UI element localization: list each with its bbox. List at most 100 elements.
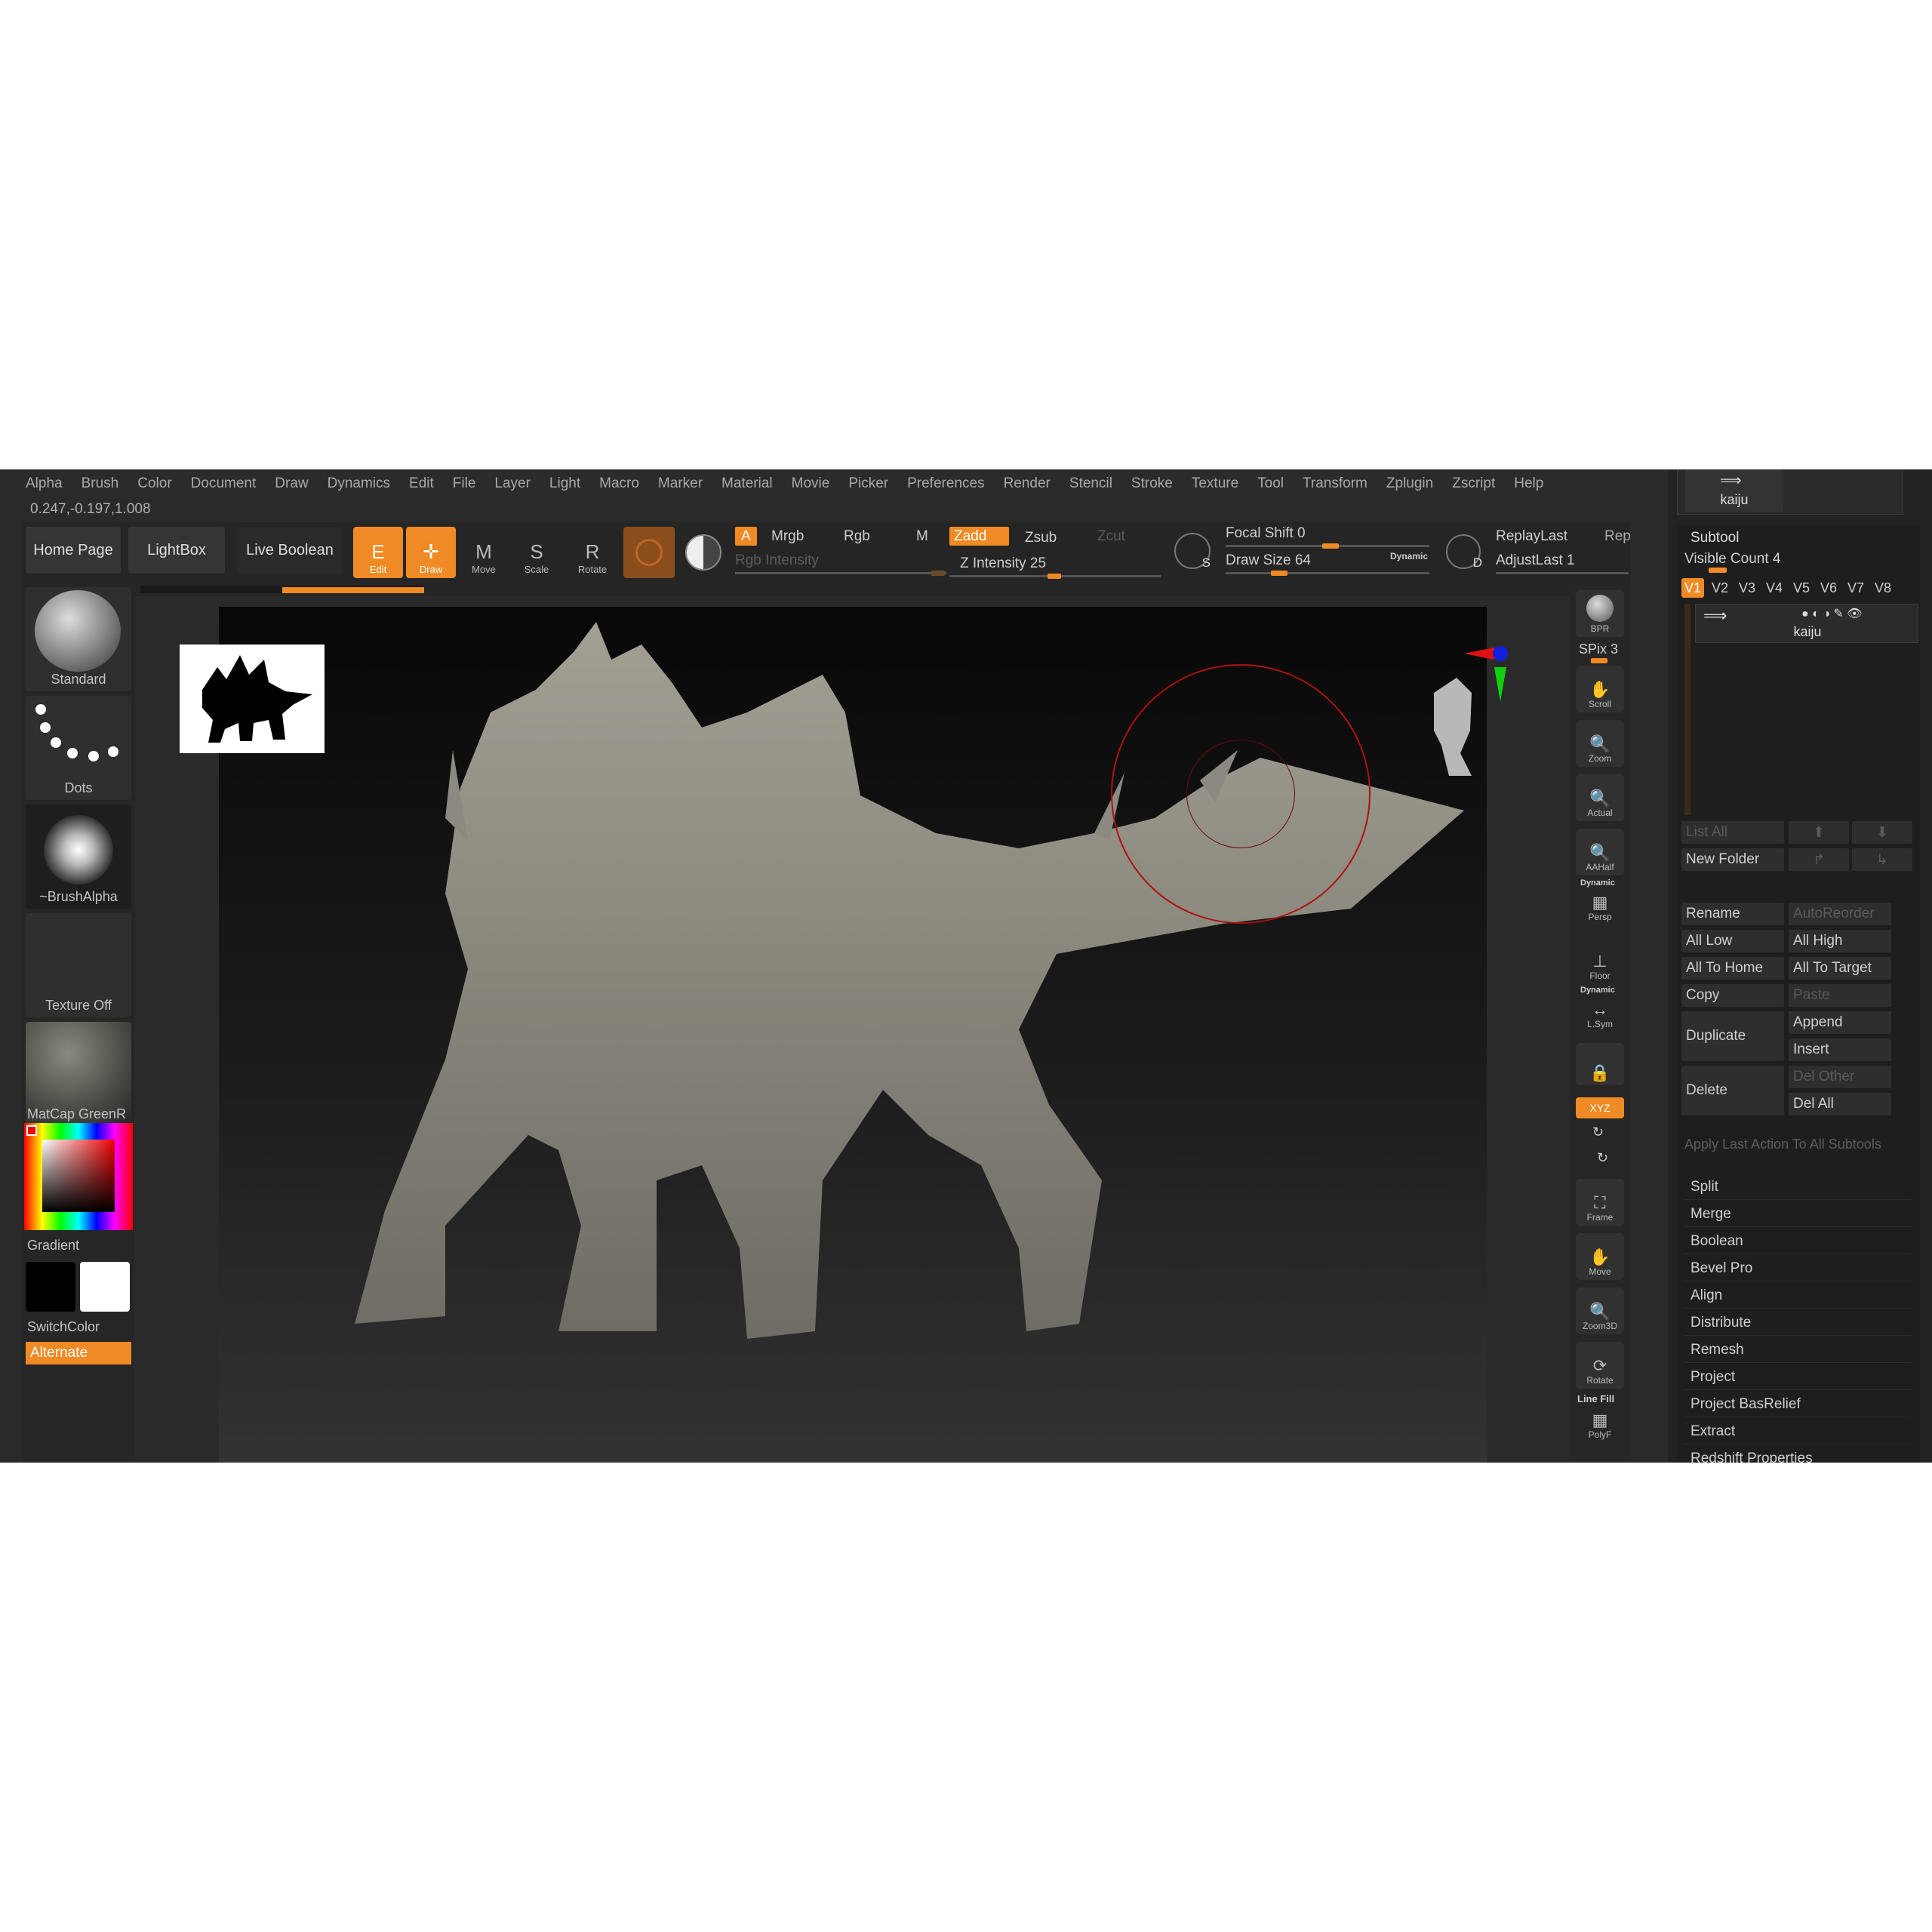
color-picker[interactable]	[24, 1123, 133, 1230]
new-folder-button[interactable]: New Folder	[1681, 848, 1784, 871]
menu-alpha[interactable]: Alpha	[26, 475, 63, 492]
arrow-down-right-icon[interactable]: ↳	[1852, 848, 1912, 871]
a-toggle[interactable]: A	[735, 527, 757, 546]
axis-gizmo-icon[interactable]	[1461, 640, 1529, 708]
menu-tool[interactable]: Tool	[1257, 475, 1284, 492]
rename-button[interactable]: Rename	[1681, 903, 1784, 925]
xyz-button[interactable]: XYZ	[1576, 1097, 1624, 1118]
delete-button[interactable]: Delete	[1681, 1066, 1784, 1115]
lock-button[interactable]: 🔒	[1576, 1043, 1624, 1085]
menu-dynamics[interactable]: Dynamics	[328, 475, 390, 492]
all-to-target-button[interactable]: All To Target	[1789, 957, 1891, 980]
tab-v1[interactable]: V1	[1681, 578, 1704, 598]
tool-thumbnail[interactable]: ⟹ kaiju	[1685, 469, 1783, 512]
distribute-menu[interactable]: Distribute	[1684, 1310, 1911, 1336]
rotate-button[interactable]: R Rotate	[568, 527, 617, 578]
menu-document[interactable]: Document	[191, 475, 257, 492]
menu-render[interactable]: Render	[1004, 475, 1051, 492]
zoom-button[interactable]: 🔍 Zoom	[1576, 720, 1624, 767]
spix-knob[interactable]	[1591, 658, 1607, 663]
move-view-button[interactable]: ✋ Move	[1576, 1233, 1624, 1280]
subtool-visibility-icons[interactable]: ● ◐ ◑ ✎ 👁	[1801, 606, 1863, 621]
lsym-button[interactable]: ↔ L.Sym	[1576, 996, 1624, 1032]
menu-zplugin[interactable]: Zplugin	[1386, 475, 1433, 492]
duplicate-button[interactable]: Duplicate	[1681, 1011, 1784, 1061]
move-down-icon[interactable]: ⬇	[1852, 821, 1912, 844]
rgb-intensity-slider[interactable]: Rgb Intensity	[735, 552, 819, 569]
zoom3d-button[interactable]: 🔍 Zoom3D	[1576, 1287, 1624, 1334]
move-up-icon[interactable]: ⬆	[1789, 821, 1849, 844]
del-all-button[interactable]: Del All	[1789, 1093, 1891, 1115]
switch-color-button[interactable]: SwitchColor	[23, 1319, 134, 1335]
edit-button[interactable]: E Edit	[353, 527, 403, 578]
redshift-properties-menu[interactable]: Redshift Properties	[1684, 1446, 1911, 1463]
move-button[interactable]: M Move	[459, 527, 509, 578]
canvas-viewport[interactable]	[180, 607, 1487, 1463]
spix-slider[interactable]: SPix 3	[1579, 641, 1618, 657]
focal-shift-knob[interactable]	[1322, 543, 1339, 549]
subtool-scrollbar[interactable]	[1684, 604, 1690, 815]
menu-stroke[interactable]: Stroke	[1131, 475, 1173, 492]
persp-button[interactable]: ▦ Persp	[1576, 888, 1624, 925]
project-menu[interactable]: Project	[1684, 1364, 1911, 1390]
bpr-button[interactable]: BPR	[1576, 590, 1624, 637]
actual-button[interactable]: 🔍 Actual	[1576, 774, 1624, 821]
dynamic-toggle[interactable]: Dynamic	[1390, 551, 1428, 561]
tab-v7[interactable]: V7	[1844, 578, 1867, 598]
rotate-view-button[interactable]: ⟳ Rotate	[1576, 1342, 1624, 1389]
aahalf-button[interactable]: 🔍 AAHalf	[1576, 829, 1624, 875]
tab-v8[interactable]: V8	[1872, 578, 1894, 598]
boolean-menu[interactable]: Boolean	[1684, 1229, 1911, 1254]
z-intensity-knob[interactable]	[1048, 574, 1061, 579]
rep-button[interactable]: Rep	[1604, 528, 1631, 545]
menu-draw[interactable]: Draw	[275, 475, 308, 492]
material-sphere-button[interactable]	[623, 527, 675, 578]
tab-v4[interactable]: V4	[1763, 578, 1786, 598]
scale-button[interactable]: S Scale	[512, 527, 561, 578]
live-boolean-button[interactable]: Live Boolean	[237, 527, 343, 574]
subtool-title[interactable]: Subtool	[1690, 530, 1739, 546]
rgb-intensity-knob[interactable]	[931, 571, 945, 576]
rgb-toggle[interactable]: Rgb	[844, 528, 870, 545]
menu-file[interactable]: File	[453, 475, 476, 492]
menu-zscript[interactable]: Zscript	[1452, 475, 1495, 492]
m-toggle[interactable]: M	[916, 528, 928, 545]
remesh-menu[interactable]: Remesh	[1684, 1337, 1911, 1363]
secondary-color-swatch[interactable]	[80, 1262, 130, 1312]
paste-button[interactable]: Paste	[1789, 984, 1891, 1007]
menu-layer[interactable]: Layer	[494, 475, 531, 492]
draw-button[interactable]: ✛ Draw	[406, 527, 456, 578]
merge-menu[interactable]: Merge	[1684, 1201, 1911, 1227]
extract-menu[interactable]: Extract	[1684, 1419, 1911, 1444]
lazy-mouse-d-icon[interactable]: D	[1446, 534, 1482, 570]
menu-marker[interactable]: Marker	[658, 475, 703, 492]
color-saturation-square[interactable]	[42, 1140, 115, 1212]
menu-material[interactable]: Material	[721, 475, 773, 492]
visible-count-slider[interactable]: Visible Count 4	[1684, 551, 1780, 568]
split-menu[interactable]: Split	[1684, 1174, 1911, 1200]
home-page-button[interactable]: Home Page	[26, 527, 121, 574]
menu-brush[interactable]: Brush	[82, 475, 119, 492]
rotate-y-icon[interactable]: ↻	[1592, 1124, 1604, 1140]
sculptris-mode-button[interactable]	[685, 534, 721, 571]
insert-button[interactable]: Insert	[1789, 1038, 1891, 1061]
menu-help[interactable]: Help	[1514, 475, 1543, 492]
list-all-button[interactable]: List All	[1681, 821, 1784, 844]
menu-stencil[interactable]: Stencil	[1069, 475, 1112, 492]
menu-light[interactable]: Light	[549, 475, 580, 492]
primary-color-swatch[interactable]	[26, 1262, 75, 1312]
draw-size-knob[interactable]	[1271, 571, 1287, 576]
focal-shift-slider[interactable]: Focal Shift 0	[1226, 525, 1306, 542]
all-high-button[interactable]: All High	[1789, 930, 1891, 952]
project-basrelief-menu[interactable]: Project BasRelief	[1684, 1392, 1911, 1417]
subtool-item-kaiju[interactable]: ⟹ ● ◐ ◑ ✎ 👁 kaiju	[1695, 604, 1918, 643]
replay-last-button[interactable]: ReplayLast	[1496, 528, 1567, 545]
menu-edit[interactable]: Edit	[409, 475, 434, 492]
scroll-button[interactable]: ✋ Scroll	[1576, 666, 1624, 712]
menu-macro[interactable]: Macro	[599, 475, 639, 492]
tab-v6[interactable]: V6	[1817, 578, 1840, 598]
lightbox-button[interactable]: LightBox	[128, 527, 225, 574]
z-intensity-slider[interactable]: Z Intensity 25	[960, 555, 1046, 572]
align-menu[interactable]: Align	[1684, 1283, 1911, 1309]
menu-preferences[interactable]: Preferences	[907, 475, 984, 492]
